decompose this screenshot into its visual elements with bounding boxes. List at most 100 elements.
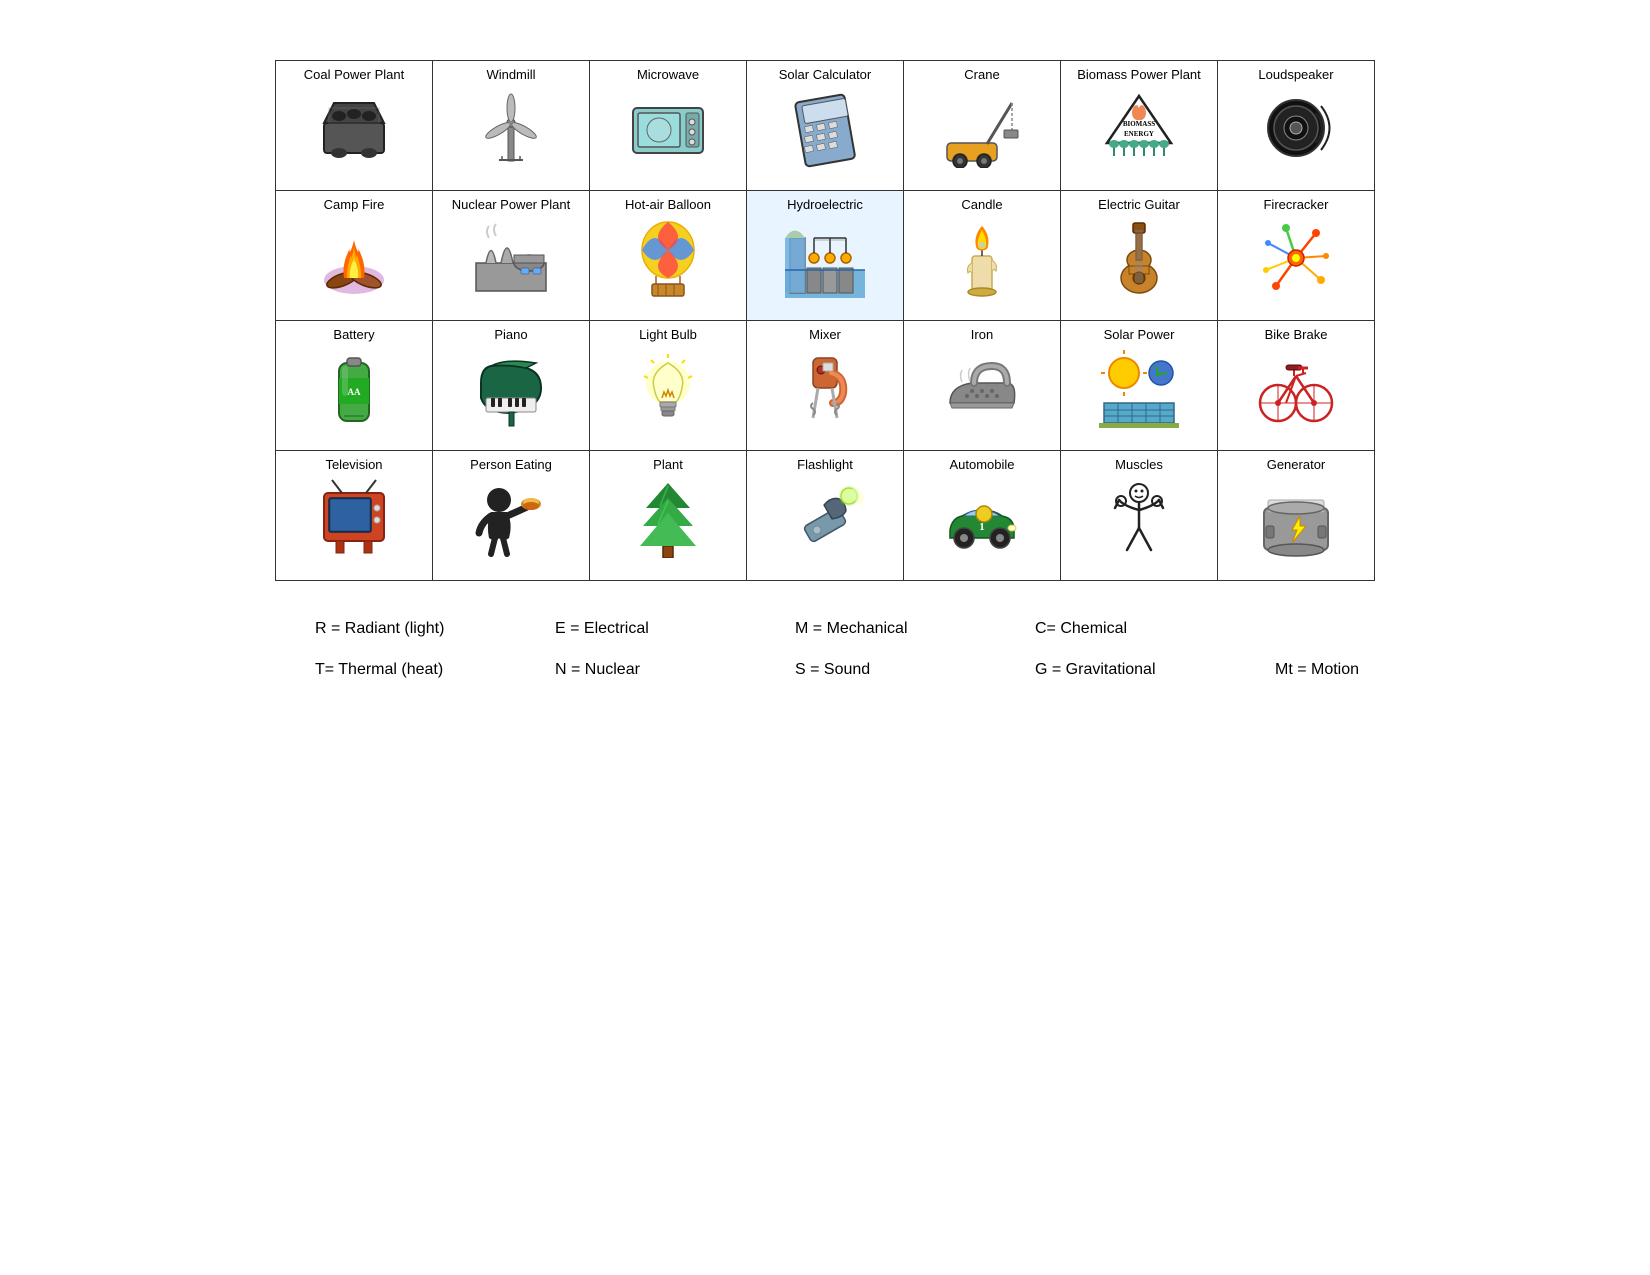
cell-label: Mixer bbox=[755, 327, 895, 343]
energy-grid: Coal Power Plant Windmill Microwave Sola… bbox=[275, 60, 1375, 581]
cell-label: Bike Brake bbox=[1226, 327, 1366, 343]
cell-label: Battery bbox=[284, 327, 424, 343]
firecracker-icon bbox=[1226, 217, 1366, 299]
cell-label: Electric Guitar bbox=[1069, 197, 1209, 213]
cell-label: Windmill bbox=[441, 67, 581, 83]
guitar-icon bbox=[1069, 217, 1209, 299]
cell-label: Solar Calculator bbox=[755, 67, 895, 83]
svg-text:ENERGY: ENERGY bbox=[1124, 130, 1154, 138]
grid-cell-1-5: Electric Guitar bbox=[1061, 191, 1218, 321]
grid-cell-2-3: Mixer bbox=[747, 321, 904, 451]
grid-cell-1-3: Hydroelectric bbox=[747, 191, 904, 321]
legend-row-1: R = Radiant (light) E = Electrical M = M… bbox=[315, 611, 1375, 646]
person-icon bbox=[441, 477, 581, 559]
legend-thermal: T= Thermal (heat) bbox=[315, 652, 495, 687]
cell-label: Nuclear Power Plant bbox=[441, 197, 581, 213]
bulb-icon bbox=[598, 347, 738, 429]
cell-label: Microwave bbox=[598, 67, 738, 83]
crane-icon bbox=[912, 87, 1052, 169]
campfire-icon bbox=[284, 217, 424, 299]
cell-label: Plant bbox=[598, 457, 738, 473]
cell-label: Biomass Power Plant bbox=[1069, 67, 1209, 83]
grid-cell-3-4: Automobile 1 bbox=[904, 451, 1061, 581]
legend-section: R = Radiant (light) E = Electrical M = M… bbox=[275, 611, 1375, 693]
legend-mechanical: M = Mechanical bbox=[795, 611, 975, 646]
legend-nuclear: N = Nuclear bbox=[555, 652, 735, 687]
grid-cell-1-4: Candle bbox=[904, 191, 1061, 321]
grid-cell-1-2: Hot-air Balloon bbox=[590, 191, 747, 321]
legend-motion: Mt = Motion bbox=[1275, 652, 1455, 687]
cell-label: Firecracker bbox=[1226, 197, 1366, 213]
biomass-icon: BIOMASS ENERGY bbox=[1069, 87, 1209, 169]
grid-cell-2-5: Solar Power bbox=[1061, 321, 1218, 451]
cell-label: Loudspeaker bbox=[1226, 67, 1366, 83]
cell-label: Television bbox=[284, 457, 424, 473]
grid-cell-3-6: Generator GENERATOR bbox=[1218, 451, 1375, 581]
legend-row-2: T= Thermal (heat) N = Nuclear S = Sound … bbox=[315, 652, 1375, 687]
cell-label: Piano bbox=[441, 327, 581, 343]
nuclear-icon bbox=[441, 217, 581, 299]
balloon-icon bbox=[598, 217, 738, 299]
grid-cell-2-2: Light Bulb bbox=[590, 321, 747, 451]
flashlight-icon bbox=[755, 477, 895, 559]
grid-cell-3-2: Plant bbox=[590, 451, 747, 581]
grid-cell-3-5: Muscles bbox=[1061, 451, 1218, 581]
grid-cell-0-5: Biomass Power Plant BIOMASS ENERGY bbox=[1061, 61, 1218, 191]
cell-label: Coal Power Plant bbox=[284, 67, 424, 83]
cell-label: Crane bbox=[912, 67, 1052, 83]
grid-cell-2-1: Piano bbox=[433, 321, 590, 451]
grid-cell-0-3: Solar Calculator bbox=[747, 61, 904, 191]
generator-icon: GENERATOR bbox=[1226, 477, 1366, 559]
cell-label: Muscles bbox=[1069, 457, 1209, 473]
grid-cell-2-6: Bike Brake bbox=[1218, 321, 1375, 451]
cell-label: Light Bulb bbox=[598, 327, 738, 343]
speaker-icon bbox=[1226, 87, 1366, 169]
car-icon: 1 bbox=[912, 477, 1052, 559]
grid-cell-1-1: Nuclear Power Plant bbox=[433, 191, 590, 321]
calculator-icon bbox=[755, 87, 895, 169]
svg-text:1: 1 bbox=[979, 521, 985, 533]
grid-cell-1-0: Camp Fire bbox=[276, 191, 433, 321]
cell-label: Iron bbox=[912, 327, 1052, 343]
cell-label: Candle bbox=[912, 197, 1052, 213]
legend-sound: S = Sound bbox=[795, 652, 975, 687]
hydro-icon bbox=[755, 217, 895, 299]
iron-icon bbox=[912, 347, 1052, 429]
battery-icon: AA bbox=[284, 347, 424, 429]
tv-icon bbox=[284, 477, 424, 559]
plant-icon bbox=[598, 477, 738, 559]
grid-cell-2-0: Battery AA bbox=[276, 321, 433, 451]
grid-cell-0-2: Microwave bbox=[590, 61, 747, 191]
cell-label: Camp Fire bbox=[284, 197, 424, 213]
candle-icon bbox=[912, 217, 1052, 299]
cell-label: Generator bbox=[1226, 457, 1366, 473]
legend-gravitational: G = Gravitational bbox=[1035, 652, 1215, 687]
grid-cell-3-3: Flashlight bbox=[747, 451, 904, 581]
grid-cell-0-0: Coal Power Plant bbox=[276, 61, 433, 191]
cell-label: Hot-air Balloon bbox=[598, 197, 738, 213]
grid-cell-3-0: Television bbox=[276, 451, 433, 581]
legend-electrical: E = Electrical bbox=[555, 611, 735, 646]
bike-icon bbox=[1226, 347, 1366, 429]
coal-icon bbox=[284, 87, 424, 169]
solar-icon bbox=[1069, 347, 1209, 429]
cell-label: Hydroelectric bbox=[755, 197, 895, 213]
grid-cell-3-1: Person Eating bbox=[433, 451, 590, 581]
windmill-icon bbox=[441, 87, 581, 169]
grid-cell-1-6: Firecracker bbox=[1218, 191, 1375, 321]
cell-label: Flashlight bbox=[755, 457, 895, 473]
legend-chemical: C= Chemical bbox=[1035, 611, 1215, 646]
cell-label: Person Eating bbox=[441, 457, 581, 473]
muscles-icon bbox=[1069, 477, 1209, 559]
grid-cell-0-4: Crane bbox=[904, 61, 1061, 191]
piano-icon bbox=[441, 347, 581, 429]
cell-label: Automobile bbox=[912, 457, 1052, 473]
svg-text:AA: AA bbox=[348, 387, 361, 397]
grid-cell-0-6: Loudspeaker bbox=[1218, 61, 1375, 191]
microwave-icon bbox=[598, 87, 738, 169]
grid-cell-2-4: Iron bbox=[904, 321, 1061, 451]
svg-text:BIOMASS: BIOMASS bbox=[1123, 120, 1155, 128]
mixer-icon bbox=[755, 347, 895, 429]
legend-radiant: R = Radiant (light) bbox=[315, 611, 495, 646]
cell-label: Solar Power bbox=[1069, 327, 1209, 343]
